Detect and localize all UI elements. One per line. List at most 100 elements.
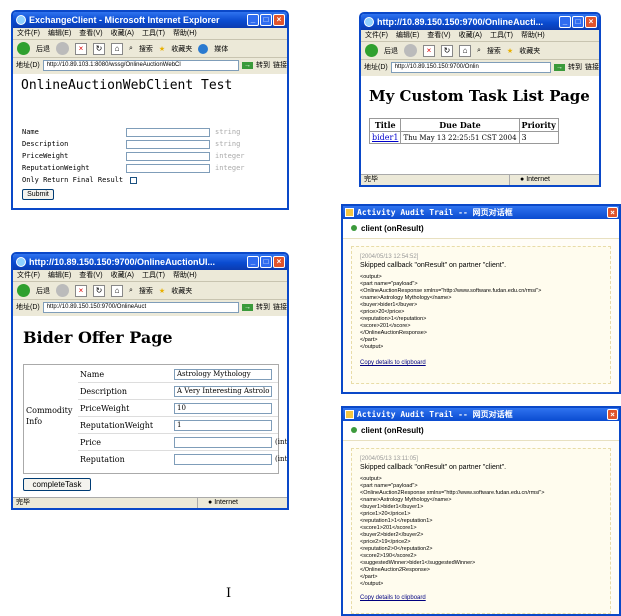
title-bar[interactable]: http://10.89.150.150:9700/OnlineAuctionU… bbox=[13, 254, 287, 270]
menu-view[interactable]: 查看(V) bbox=[79, 270, 102, 281]
description-input[interactable] bbox=[126, 140, 210, 149]
back-label[interactable]: 后退 bbox=[384, 46, 398, 56]
go-button[interactable]: → bbox=[242, 303, 253, 311]
dialog-title-bar[interactable]: Activity Audit Trail -- 网页对话框 × bbox=[343, 206, 619, 219]
home-icon[interactable]: ⌂ bbox=[111, 42, 123, 55]
menu-tools[interactable]: 工具(T) bbox=[142, 270, 165, 281]
favorites-icon[interactable]: ★ bbox=[507, 47, 513, 55]
menu-help[interactable]: 帮助(H) bbox=[173, 270, 197, 281]
menu-edit[interactable]: 编辑(E) bbox=[396, 30, 419, 41]
title-bar[interactable]: ExchangeClient - Microsoft Internet Expl… bbox=[13, 12, 287, 28]
address-input[interactable]: http://10.89.150.150:9700/OnlineAuct bbox=[42, 301, 239, 313]
copy-details-link[interactable]: Copy details to clipboard bbox=[360, 359, 602, 367]
stop-icon[interactable]: × bbox=[423, 44, 435, 57]
menu-view[interactable]: 查看(V) bbox=[427, 30, 450, 41]
media-icon[interactable] bbox=[198, 43, 209, 54]
stop-icon[interactable]: × bbox=[75, 284, 87, 297]
favorites-label[interactable]: 收藏夹 bbox=[171, 44, 192, 54]
maximize-icon[interactable]: □ bbox=[260, 14, 272, 26]
menu-tools[interactable]: 工具(T) bbox=[490, 30, 513, 41]
submit-button[interactable]: Submit bbox=[22, 189, 54, 200]
home-icon[interactable]: ⌂ bbox=[459, 44, 471, 57]
zone-indicator: ● Internet bbox=[509, 175, 599, 185]
menu-favorites[interactable]: 收藏(A) bbox=[111, 28, 134, 39]
links-label[interactable]: 链接 bbox=[273, 302, 287, 312]
price-input[interactable] bbox=[174, 437, 272, 448]
search-icon[interactable]: ⌕ bbox=[129, 45, 133, 53]
menu-favorites[interactable]: 收藏(A) bbox=[111, 270, 134, 281]
priceweight-type: integer bbox=[215, 152, 245, 160]
reputationweight-input[interactable]: 1 bbox=[174, 420, 272, 431]
maximize-icon[interactable]: □ bbox=[260, 256, 272, 268]
menu-file[interactable]: 文件(F) bbox=[17, 28, 40, 39]
close-icon[interactable]: × bbox=[273, 14, 285, 26]
forward-icon[interactable] bbox=[404, 44, 417, 57]
go-button[interactable]: → bbox=[554, 63, 565, 71]
close-icon[interactable]: × bbox=[585, 16, 597, 28]
menu-edit[interactable]: 编辑(E) bbox=[48, 270, 71, 281]
dialog-icon bbox=[345, 208, 354, 217]
go-button[interactable]: → bbox=[242, 61, 253, 69]
audit-trail-dialog-2: Activity Audit Trail -- 网页对话框 × client (o… bbox=[341, 406, 621, 616]
back-icon[interactable] bbox=[17, 284, 30, 297]
links-label[interactable]: 链接 bbox=[585, 62, 599, 72]
search-icon[interactable]: ⌕ bbox=[477, 47, 481, 55]
back-icon[interactable] bbox=[17, 42, 30, 55]
reputationweight-input[interactable] bbox=[126, 164, 210, 173]
reputation-input[interactable] bbox=[174, 454, 272, 465]
forward-icon[interactable] bbox=[56, 284, 69, 297]
home-icon[interactable]: ⌂ bbox=[111, 284, 123, 297]
go-label[interactable]: 转到 bbox=[568, 62, 582, 72]
favorites-label[interactable]: 收藏夹 bbox=[171, 286, 192, 296]
search-label[interactable]: 搜索 bbox=[487, 46, 501, 56]
title-bar[interactable]: http://10.89.150.150:9700/OnlineAucti...… bbox=[361, 14, 599, 30]
page-content: My Custom Task List Page Title Due Date … bbox=[361, 76, 599, 174]
menu-tools[interactable]: 工具(T) bbox=[142, 28, 165, 39]
final-result-checkbox[interactable] bbox=[130, 177, 137, 184]
close-icon[interactable]: × bbox=[607, 207, 618, 218]
favorites-icon[interactable]: ★ bbox=[159, 45, 165, 53]
maximize-icon[interactable]: □ bbox=[572, 16, 584, 28]
back-label[interactable]: 后退 bbox=[36, 286, 50, 296]
minimize-icon[interactable]: _ bbox=[247, 14, 259, 26]
priceweight-input[interactable] bbox=[126, 152, 210, 161]
close-icon[interactable]: × bbox=[607, 409, 618, 420]
search-icon[interactable]: ⌕ bbox=[129, 287, 133, 295]
complete-task-button[interactable]: completeTask bbox=[23, 478, 91, 491]
address-input[interactable]: http://10.89.103.1:8080/wssg/OnlineAucti… bbox=[42, 59, 239, 71]
name-input[interactable] bbox=[126, 128, 210, 137]
close-icon[interactable]: × bbox=[273, 256, 285, 268]
menu-edit[interactable]: 编辑(E) bbox=[48, 28, 71, 39]
refresh-icon[interactable]: ↻ bbox=[441, 44, 453, 57]
media-label[interactable]: 媒体 bbox=[214, 44, 228, 54]
search-label[interactable]: 搜索 bbox=[139, 44, 153, 54]
favorites-label[interactable]: 收藏夹 bbox=[519, 46, 540, 56]
minimize-icon[interactable]: _ bbox=[559, 16, 571, 28]
back-icon[interactable] bbox=[365, 44, 378, 57]
links-label[interactable]: 链接 bbox=[273, 60, 287, 70]
zone-label: Internet bbox=[214, 499, 238, 506]
menu-help[interactable]: 帮助(H) bbox=[173, 28, 197, 39]
favorites-icon[interactable]: ★ bbox=[159, 287, 165, 295]
name-input[interactable]: Astrology Mythology bbox=[174, 369, 272, 380]
refresh-icon[interactable]: ↻ bbox=[93, 284, 105, 297]
forward-icon[interactable] bbox=[56, 42, 69, 55]
copy-details-link[interactable]: Copy details to clipboard bbox=[360, 594, 602, 602]
minimize-icon[interactable]: _ bbox=[247, 256, 259, 268]
search-label[interactable]: 搜索 bbox=[139, 286, 153, 296]
menu-favorites[interactable]: 收藏(A) bbox=[459, 30, 482, 41]
go-label[interactable]: 转到 bbox=[256, 302, 270, 312]
back-label[interactable]: 后退 bbox=[36, 44, 50, 54]
menu-help[interactable]: 帮助(H) bbox=[521, 30, 545, 41]
menu-view[interactable]: 查看(V) bbox=[79, 28, 102, 39]
go-label[interactable]: 转到 bbox=[256, 60, 270, 70]
stop-icon[interactable]: × bbox=[75, 42, 87, 55]
menu-file[interactable]: 文件(F) bbox=[17, 270, 40, 281]
task-link[interactable]: bider1 bbox=[368, 131, 402, 144]
refresh-icon[interactable]: ↻ bbox=[93, 42, 105, 55]
description-input[interactable]: A Very Interesting Astrolo bbox=[174, 386, 272, 397]
address-input[interactable]: http://10.89.150.150:9700/Onlin bbox=[390, 61, 551, 73]
priceweight-input[interactable]: 10 bbox=[174, 403, 272, 414]
menu-file[interactable]: 文件(F) bbox=[365, 30, 388, 41]
dialog-title-bar[interactable]: Activity Audit Trail -- 网页对话框 × bbox=[343, 408, 619, 421]
